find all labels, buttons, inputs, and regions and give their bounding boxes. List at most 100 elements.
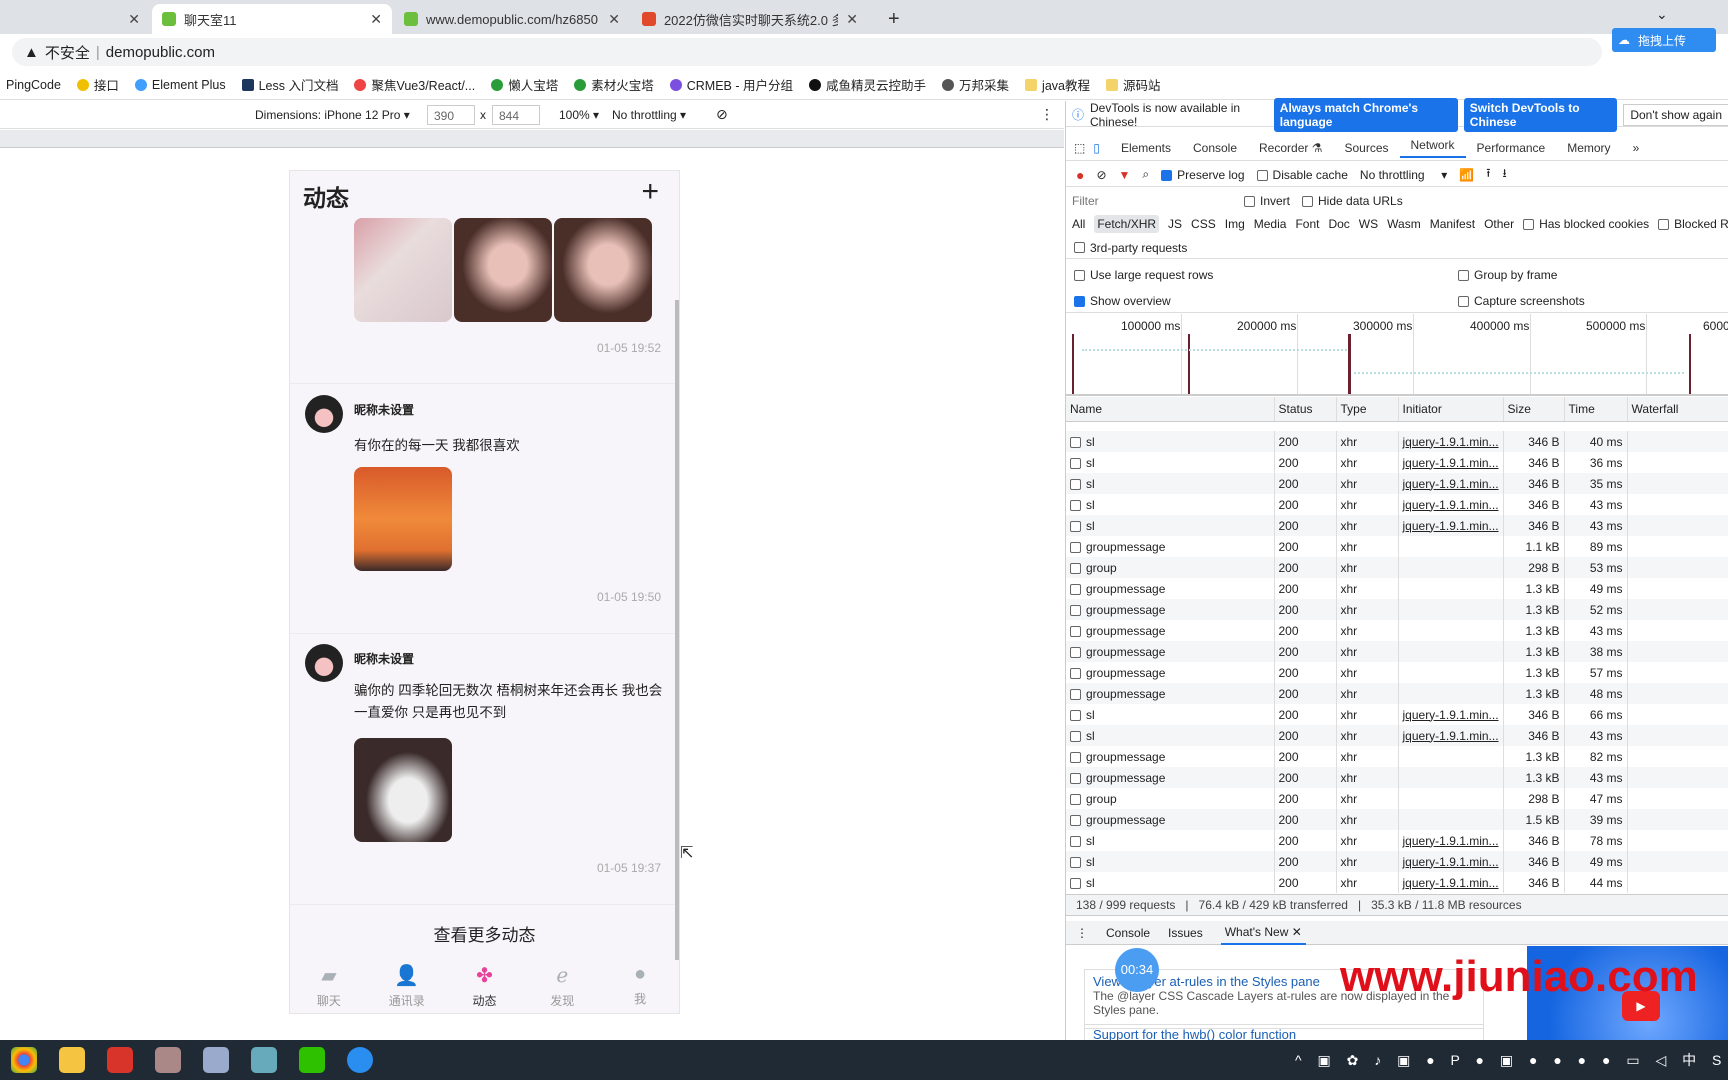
- device-select[interactable]: Dimensions: iPhone 12 Pro ▾: [255, 108, 410, 122]
- media-query-ruler[interactable]: [0, 130, 1064, 148]
- match-language-button[interactable]: Always match Chrome's language: [1273, 97, 1458, 132]
- drawer-menu-icon[interactable]: ⋮: [1076, 926, 1088, 940]
- tab-console[interactable]: Console: [1182, 141, 1248, 155]
- tab-performance[interactable]: Performance: [1466, 141, 1557, 155]
- type-fetch-xhr[interactable]: Fetch/XHR: [1094, 215, 1160, 233]
- row-checkbox[interactable]: [1070, 457, 1081, 469]
- type-font[interactable]: Font: [1295, 217, 1319, 231]
- group-by-frame-checkbox[interactable]: Group by frame: [1458, 268, 1557, 282]
- url-text[interactable]: demopublic.com: [106, 44, 215, 61]
- post-image[interactable]: [354, 467, 452, 571]
- post-nickname[interactable]: 昵称未设置: [354, 650, 414, 667]
- row-checkbox[interactable]: [1070, 730, 1081, 742]
- filter-icon[interactable]: ▼: [1119, 168, 1131, 182]
- hide-data-urls-checkbox[interactable]: Hide data URLs: [1302, 194, 1403, 208]
- tab-memory[interactable]: Memory: [1556, 141, 1621, 155]
- row-checkbox[interactable]: [1070, 646, 1081, 658]
- has-blocked-cookies-checkbox[interactable]: Has blocked cookies: [1523, 217, 1649, 231]
- close-tab-icon[interactable]: ✕: [846, 11, 858, 28]
- bookmark[interactable]: Less 入门文档: [241, 75, 338, 94]
- nav-contacts[interactable]: 👤 通讯录: [368, 957, 446, 1013]
- table-row[interactable]: groupmessage 200 xhr 1.3 kB 82 ms: [1066, 746, 1728, 767]
- post-image[interactable]: [354, 218, 452, 322]
- drawer-tab-console[interactable]: Console: [1106, 926, 1150, 940]
- table-row[interactable]: groupmessage 200 xhr 1.3 kB 52 ms: [1066, 599, 1728, 620]
- invert-checkbox[interactable]: Invert: [1244, 194, 1290, 208]
- table-row[interactable]: sl 200 xhr jquery-1.9.1.min... 346 B 40 ms: [1066, 431, 1728, 452]
- bookmark[interactable]: 万邦采集: [942, 75, 1009, 94]
- col-status[interactable]: Status: [1274, 397, 1337, 422]
- type-doc[interactable]: Doc: [1328, 217, 1349, 231]
- capture-screenshots-checkbox[interactable]: Capture screenshots: [1458, 294, 1585, 308]
- col-type[interactable]: Type: [1336, 397, 1399, 422]
- post-nickname[interactable]: 昵称未设置: [354, 401, 414, 418]
- phone-scrollbar[interactable]: [675, 300, 679, 960]
- post-image[interactable]: [454, 218, 552, 322]
- post-image[interactable]: [554, 218, 652, 322]
- close-icon[interactable]: ✕: [1292, 925, 1302, 939]
- bookmark[interactable]: Element Plus: [134, 78, 226, 92]
- request-initiator[interactable]: jquery-1.9.1.min...: [1403, 435, 1499, 449]
- table-row[interactable]: groupmessage 200 xhr 1.3 kB 48 ms: [1066, 683, 1728, 704]
- type-all[interactable]: All: [1072, 217, 1085, 231]
- row-checkbox[interactable]: [1070, 772, 1081, 784]
- table-row[interactable]: groupmessage 200 xhr 1.5 kB 39 ms: [1066, 809, 1728, 830]
- avatar[interactable]: [305, 644, 343, 682]
- row-checkbox[interactable]: [1070, 583, 1081, 595]
- row-checkbox[interactable]: [1070, 541, 1081, 553]
- request-initiator[interactable]: jquery-1.9.1.min...: [1403, 519, 1499, 533]
- dont-show-button[interactable]: Don't show again: [1623, 103, 1728, 126]
- table-row[interactable]: sl 200 xhr jquery-1.9.1.min... 346 B 36 ms: [1066, 452, 1728, 473]
- nav-chat[interactable]: ▰ 聊天: [290, 957, 368, 1013]
- chrome-icon[interactable]: [11, 1047, 37, 1073]
- tab-elements[interactable]: Elements: [1110, 141, 1182, 155]
- type-other[interactable]: Other: [1484, 217, 1514, 231]
- show-overview-checkbox[interactable]: Show overview: [1074, 294, 1458, 308]
- bookmark[interactable]: 接口: [76, 75, 119, 94]
- row-checkbox[interactable]: [1070, 856, 1081, 868]
- avatar[interactable]: [305, 395, 343, 433]
- clear-icon[interactable]: ⊘: [1096, 168, 1106, 182]
- add-post-button[interactable]: +: [641, 175, 659, 209]
- row-checkbox[interactable]: [1070, 835, 1081, 847]
- switch-chinese-button[interactable]: Switch DevTools to Chinese: [1463, 97, 1618, 132]
- network-overview[interactable]: 100000 ms 200000 ms 300000 ms 400000 ms …: [1066, 314, 1728, 396]
- nav-me[interactable]: ● 我: [601, 957, 679, 1013]
- type-img[interactable]: Img: [1225, 217, 1245, 231]
- row-checkbox[interactable]: [1070, 814, 1081, 826]
- row-checkbox[interactable]: [1070, 877, 1081, 889]
- inspect-icon[interactable]: ⬚: [1074, 141, 1085, 155]
- col-initiator[interactable]: Initiator: [1398, 397, 1504, 422]
- row-checkbox[interactable]: [1070, 751, 1081, 763]
- search-icon[interactable]: ⌕: [1142, 167, 1149, 182]
- third-party-checkbox[interactable]: 3rd-party requests: [1066, 237, 1728, 259]
- new-tab-button[interactable]: +: [878, 4, 910, 34]
- row-checkbox[interactable]: [1070, 793, 1081, 805]
- nav-discover[interactable]: ℯ 发现: [523, 957, 601, 1013]
- request-initiator[interactable]: jquery-1.9.1.min...: [1403, 708, 1499, 722]
- import-icon[interactable]: ⭱: [1486, 164, 1490, 185]
- bookmark-folder[interactable]: 源码站: [1105, 75, 1161, 94]
- table-row[interactable]: groupmessage 200 xhr 1.3 kB 43 ms: [1066, 620, 1728, 641]
- col-size[interactable]: Size: [1503, 397, 1565, 422]
- table-row[interactable]: sl 200 xhr jquery-1.9.1.min... 346 B 43 ms: [1066, 494, 1728, 515]
- close-tab-icon[interactable]: ✕: [128, 11, 140, 28]
- type-css[interactable]: CSS: [1191, 217, 1216, 231]
- table-row[interactable]: groupmessage 200 xhr 1.1 kB 89 ms: [1066, 536, 1728, 557]
- throttling-select[interactable]: No throttling ▾: [1360, 168, 1447, 182]
- row-checkbox[interactable]: [1070, 667, 1081, 679]
- browser-tab-active[interactable]: 聊天室11 ✕: [152, 4, 392, 34]
- app-icon[interactable]: [155, 1047, 181, 1073]
- browser-tab[interactable]: www.demopublic.com/hz6850 ✕: [394, 4, 630, 34]
- bookmark[interactable]: 懒人宝塔: [491, 75, 558, 94]
- post-image[interactable]: [354, 738, 452, 842]
- request-initiator[interactable]: jquery-1.9.1.min...: [1403, 855, 1499, 869]
- width-input[interactable]: 390: [427, 104, 475, 125]
- type-manifest[interactable]: Manifest: [1430, 217, 1475, 231]
- bookmark[interactable]: 咸鱼精灵云控助手: [809, 75, 926, 94]
- file-explorer-icon[interactable]: [59, 1047, 85, 1073]
- row-checkbox[interactable]: [1070, 436, 1081, 448]
- request-initiator[interactable]: jquery-1.9.1.min...: [1403, 498, 1499, 512]
- table-row[interactable]: groupmessage 200 xhr 1.3 kB 57 ms: [1066, 662, 1728, 683]
- table-row[interactable]: sl 200 xhr jquery-1.9.1.min... 346 B 49 ms: [1066, 851, 1728, 872]
